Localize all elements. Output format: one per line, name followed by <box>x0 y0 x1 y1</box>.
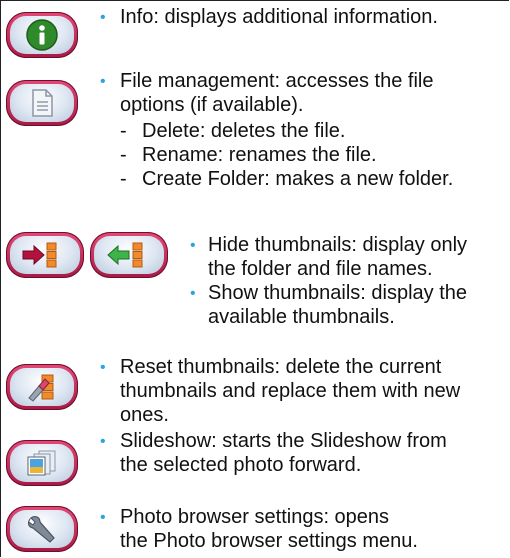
hide-thumbnails-button[interactable] <box>6 232 84 278</box>
info-button[interactable] <box>6 12 78 58</box>
hide-thumbnails-description-line1: Hide thumbnails: display only <box>208 234 468 256</box>
file-management-button[interactable] <box>6 80 78 126</box>
bullet: • <box>190 285 196 302</box>
show-thumbnails-description-line1: Show thumbnails: display the <box>208 282 468 304</box>
info-icon <box>26 19 58 51</box>
bullet: • <box>100 359 106 376</box>
reset-thumbnails-description-line2: thumbnails and replace them with new <box>120 380 461 402</box>
dash: - <box>120 168 127 190</box>
slideshow-icon <box>27 450 56 476</box>
dash: - <box>120 120 127 142</box>
bullet: • <box>100 509 106 526</box>
show-thumbnails-button[interactable] <box>90 232 168 278</box>
delete-subitem: Delete: deletes the file. <box>142 120 346 142</box>
dash: - <box>120 144 127 166</box>
wrench-icon <box>27 516 55 543</box>
bullet: • <box>100 73 106 90</box>
reset-thumbnails-description-line3: ones. <box>120 404 169 426</box>
document-icon <box>32 89 53 117</box>
show-thumbnails-description-line2: available thumbnails. <box>208 306 395 328</box>
reset-thumbnails-icon <box>28 374 54 402</box>
hide-thumbnails-description-line2: the folder and file names. <box>208 258 433 280</box>
slideshow-description-line2: the selected photo forward. <box>120 454 362 476</box>
photo-browser-settings-description-line1: Photo browser settings: opens <box>120 506 390 528</box>
slideshow-button[interactable] <box>6 440 78 486</box>
info-description: Info: displays additional information. <box>120 6 438 28</box>
create-folder-subitem: Create Folder: makes a new folder. <box>142 168 454 190</box>
slideshow-description-line1: Slideshow: starts the Slideshow from <box>120 430 447 452</box>
photo-browser-settings-description-line2: the Photo browser settings menu. <box>120 530 418 552</box>
file-management-description-line1: File management: accesses the file <box>120 70 434 92</box>
hide-thumbnails-icon <box>22 242 57 268</box>
bullet: • <box>190 237 196 254</box>
show-thumbnails-icon <box>107 242 143 268</box>
photo-browser-settings-button[interactable] <box>6 506 78 552</box>
bullet: • <box>100 9 106 26</box>
bullet: • <box>100 433 106 450</box>
reset-thumbnails-description-line1: Reset thumbnails: delete the current <box>120 356 442 378</box>
rename-subitem: Rename: renames the file. <box>142 144 377 166</box>
reset-thumbnails-button[interactable] <box>6 364 78 410</box>
file-management-description-line2: options (if available). <box>120 94 304 116</box>
